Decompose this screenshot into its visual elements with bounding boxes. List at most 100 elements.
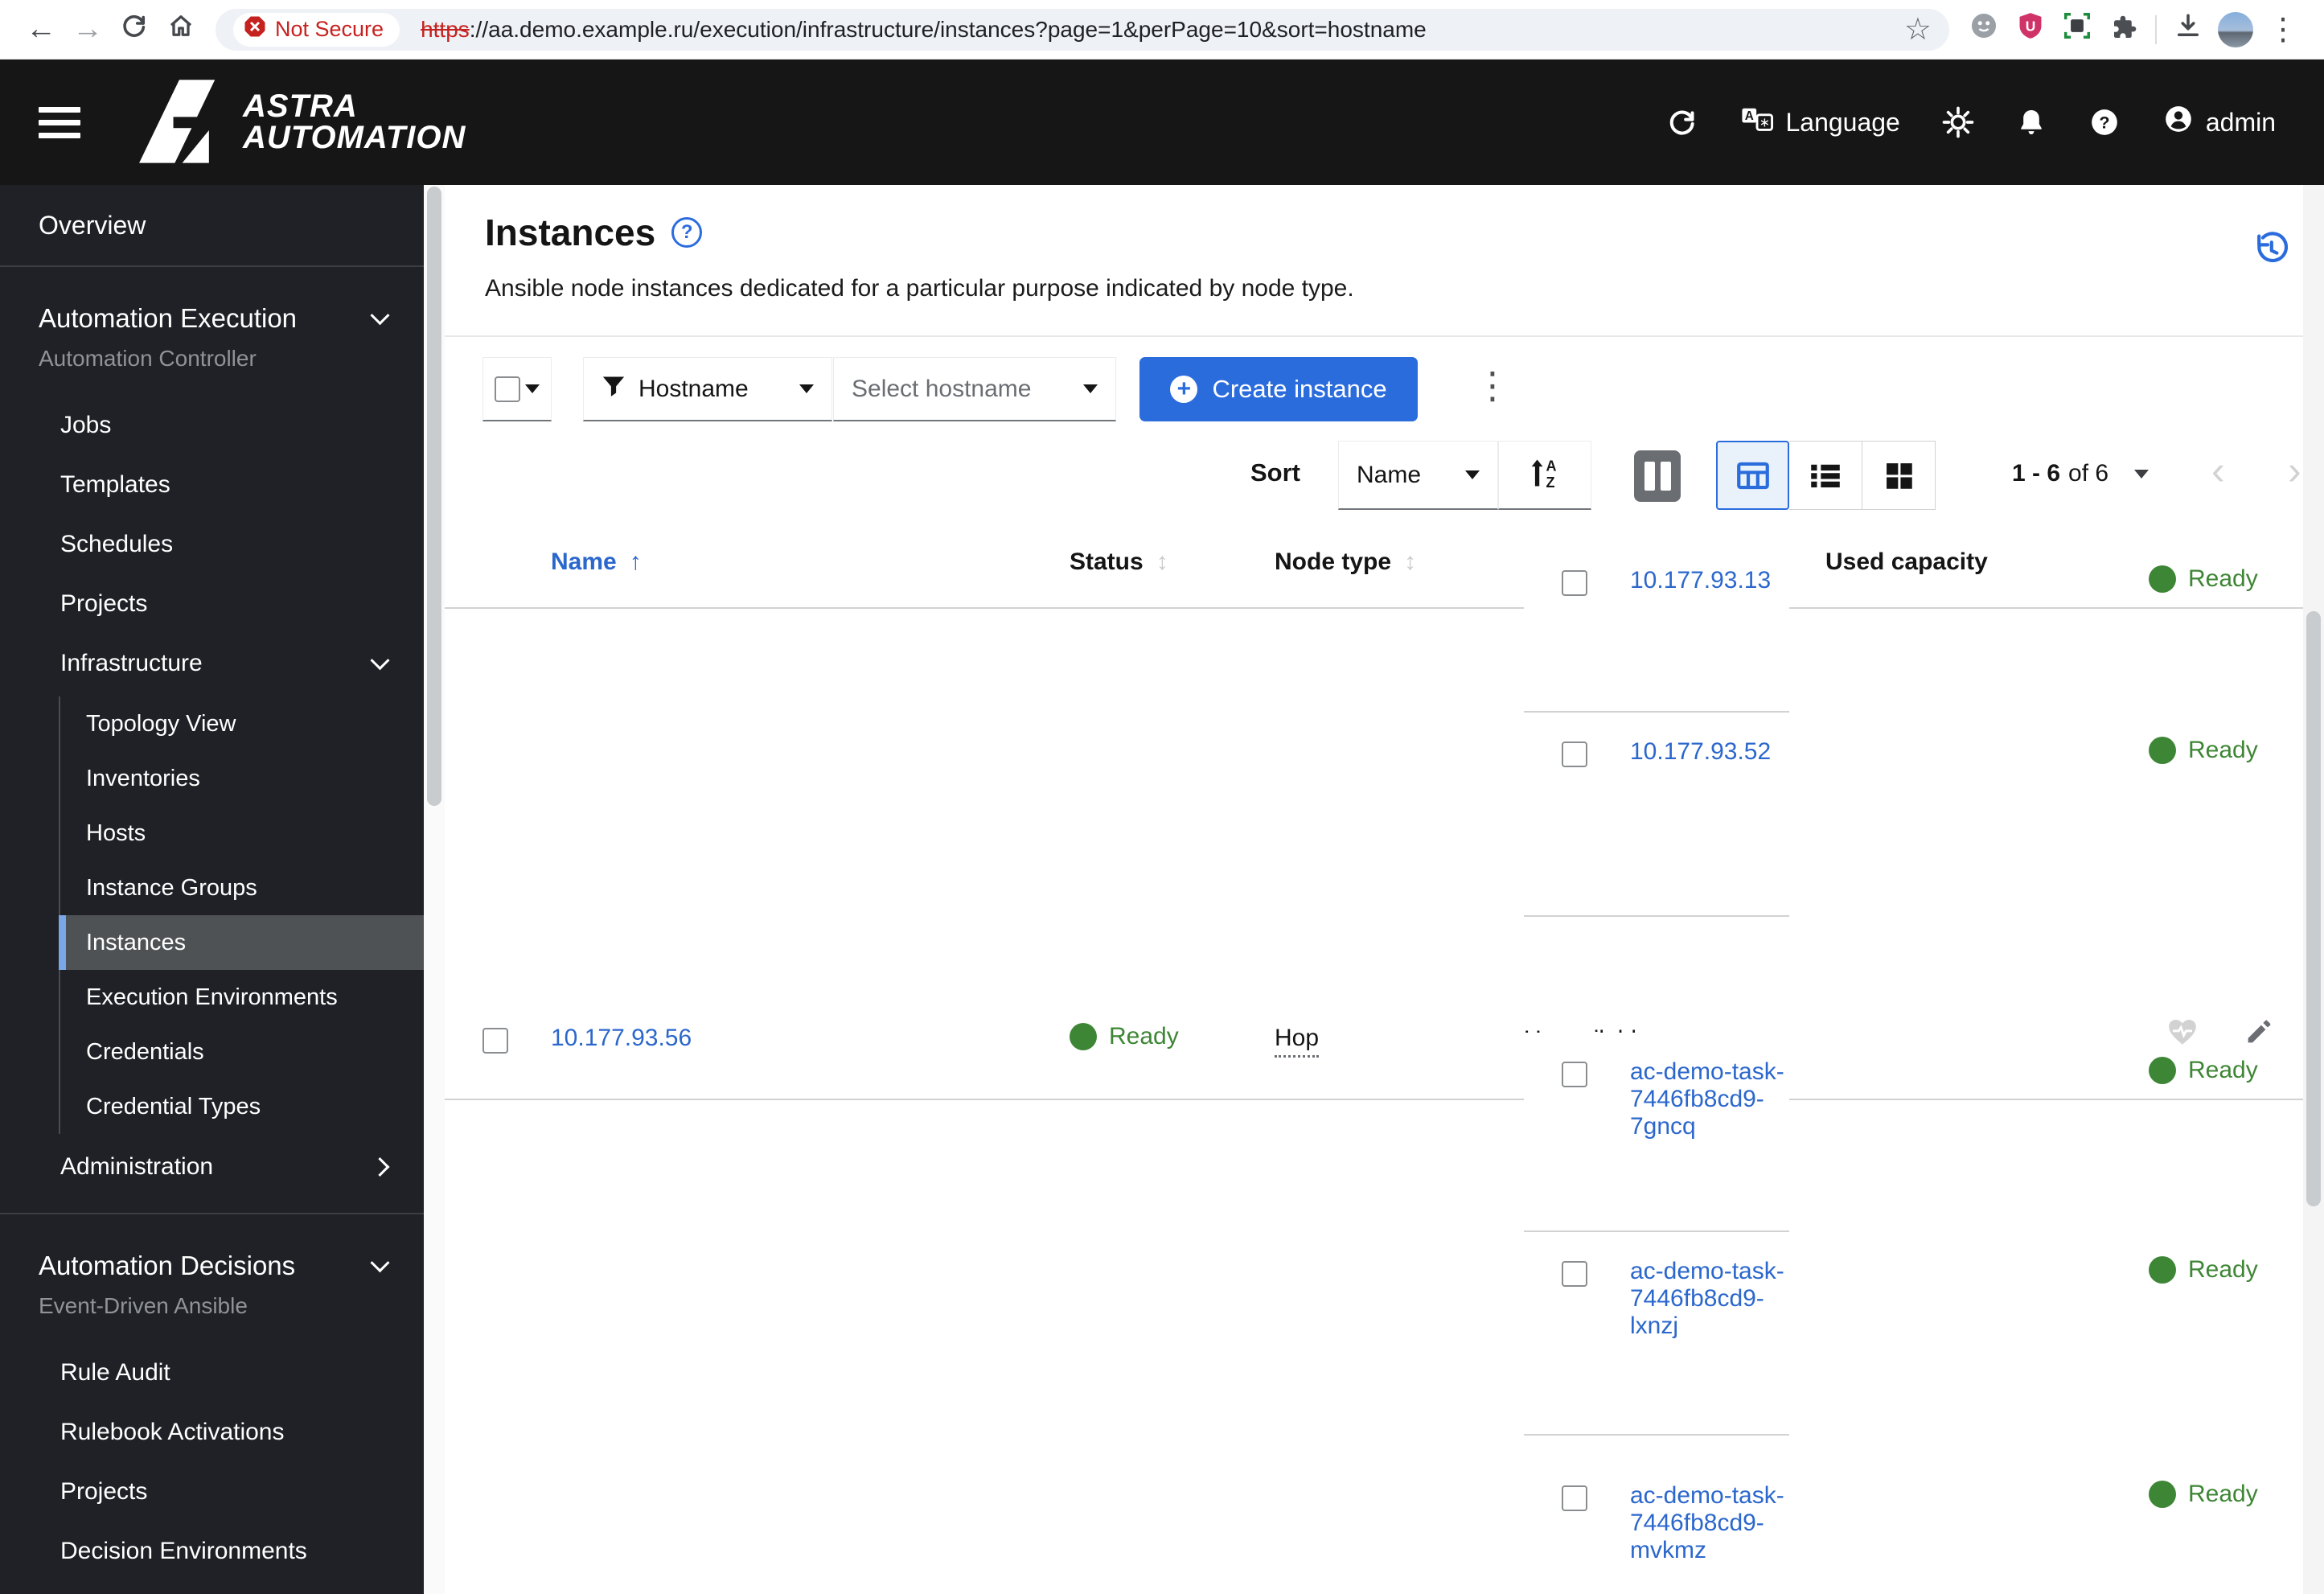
sidebar-item-administration[interactable]: Administration <box>0 1137 424 1197</box>
row-checkbox[interactable] <box>1562 570 1587 596</box>
forward-icon[interactable]: → <box>64 12 111 47</box>
chevron-down-icon <box>1083 384 1098 393</box>
column-header-used-capacity: Used capacity <box>1825 548 1988 575</box>
sidebar-item-schedules[interactable]: Schedules <box>0 515 424 574</box>
sidebar-item-projects[interactable]: Projects <box>0 574 424 634</box>
status-ready-icon: ✓ <box>2149 565 2176 593</box>
pagination-prev-icon[interactable]: ‹ <box>2211 447 2225 494</box>
sidebar-item-instances[interactable]: Instances <box>59 915 424 970</box>
sidebar-item-decision-environments[interactable]: Decision Environments <box>0 1522 424 1581</box>
instance-name-link[interactable]: 10.177.93.52 <box>1630 738 1771 766</box>
sidebar-item-inventories[interactable]: Inventories <box>60 751 424 806</box>
sort-field-dropdown[interactable]: Name <box>1338 441 1498 510</box>
sidebar-item-automation-decisions[interactable]: Automation Decisions <box>0 1243 424 1288</box>
instance-name-link[interactable]: ac-demo-task-7446fb8cd9-mvkmz <box>1630 1482 1789 1564</box>
status-ready-icon: ✓ <box>2149 1057 2176 1084</box>
row-checkbox[interactable] <box>1562 1261 1587 1287</box>
notifications-bell-icon[interactable] <box>2016 107 2047 138</box>
downloads-icon[interactable] <box>2165 11 2211 48</box>
sort-direction-button[interactable]: AZ <box>1498 441 1591 510</box>
sidebar-scrollbar[interactable] <box>424 185 445 1594</box>
column-header-status[interactable]: Status ↕ <box>1070 548 1168 576</box>
row-checkbox[interactable] <box>1562 1485 1587 1511</box>
edit-pencil-icon[interactable] <box>2244 1017 2274 1050</box>
page-description: Ansible node instances dedicated for a p… <box>485 275 1354 302</box>
instance-name-link[interactable]: ac-demo-task-7446fb8cd9-lxnzj <box>1630 1258 1789 1340</box>
sidebar-item-credentials[interactable]: Credentials <box>60 1025 424 1079</box>
browser-menu-icon[interactable]: ⋮ <box>2260 11 2306 47</box>
sidebar-item-credential-types[interactable]: Credential Types <box>60 1079 424 1134</box>
extensions-puzzle-icon[interactable] <box>2100 11 2147 48</box>
refresh-icon[interactable] <box>1666 106 1698 138</box>
browser-profile-avatar[interactable] <box>2218 11 2253 47</box>
pagination-next-icon[interactable]: › <box>2288 447 2301 494</box>
extension-generic-icon[interactable] <box>1961 10 2007 49</box>
back-icon[interactable]: ← <box>18 12 64 47</box>
reload-icon[interactable] <box>111 11 158 48</box>
settings-gear-icon[interactable] <box>1942 106 1974 138</box>
status-cell: ✓ Ready <box>2149 1256 2258 1284</box>
sidebar-item-rule-audit[interactable]: Rule Audit <box>0 1343 424 1403</box>
sidebar-item-rulebook-activations[interactable]: Rulebook Activations <box>0 1403 424 1462</box>
chevron-down-icon <box>525 384 540 393</box>
user-menu[interactable]: admin <box>2162 103 2276 142</box>
toolbar-kebab-icon[interactable]: ⋮ <box>1474 364 1511 407</box>
not-secure-badge[interactable]: Not Secure <box>233 12 400 47</box>
filter-category-dropdown[interactable]: Hostname <box>583 357 832 421</box>
hostname-select[interactable]: Select hostname <box>833 357 1116 421</box>
sidebar-nav: Overview Automation Execution Automation C… <box>0 185 424 1594</box>
create-instance-button[interactable]: + Create instance <box>1139 357 1418 421</box>
home-icon[interactable] <box>158 11 204 48</box>
chevron-down-icon <box>1465 470 1480 479</box>
page-help-icon[interactable]: ? <box>671 217 703 248</box>
bulk-select-dropdown[interactable] <box>482 357 552 421</box>
app-header: ASTRA AUTOMATION A ∗ Language ? admin <box>0 60 2324 185</box>
sidebar-item-execution-environments[interactable]: Execution Environments <box>60 970 424 1025</box>
sort-label: Sort <box>1250 458 1300 487</box>
table-view-button[interactable] <box>1716 441 1789 510</box>
sidebar-item-templates[interactable]: Templates <box>0 455 424 515</box>
row-checkbox[interactable] <box>482 1028 508 1054</box>
card-view-button[interactable] <box>1862 441 1936 510</box>
manage-columns-icon[interactable] <box>1634 450 1681 502</box>
status-cell: ✓ Ready <box>1070 1023 1179 1050</box>
sort-ascending-icon: ↑ <box>629 548 642 575</box>
status-cell: ✓ Ready <box>2149 1057 2258 1084</box>
sidebar-item-infrastructure[interactable]: Infrastructure <box>0 634 424 693</box>
screenshot-tool-icon[interactable] <box>2054 10 2100 49</box>
row-checkbox[interactable] <box>1562 1062 1587 1087</box>
node-type-label: Hop <box>1275 1025 1320 1058</box>
sidebar-item-automation-execution[interactable]: Automation Execution <box>0 296 424 341</box>
nav-toggle-icon[interactable] <box>39 100 80 146</box>
app-logo[interactable]: ASTRA AUTOMATION <box>130 72 466 173</box>
status-cell: ✓ Ready <box>2149 1481 2258 1508</box>
sidebar-item-overview[interactable]: Overview <box>0 185 424 265</box>
sidebar-submenu: Topology View Inventories Hosts Instance Gr… <box>59 696 424 1134</box>
sidebar-item-jobs[interactable]: Jobs <box>0 396 424 455</box>
pagination-summary[interactable]: 1 - 6 of 6 <box>2012 460 2149 487</box>
sortable-icon: ↕ <box>1404 548 1417 575</box>
column-header-node-type[interactable]: Node type ↕ <box>1275 548 1416 576</box>
browser-toolbar: ← → Not Secure https://aa.demo.example.r… <box>0 0 2324 60</box>
chevron-down-icon <box>799 384 814 393</box>
sidebar-item-instance-groups[interactable]: Instance Groups <box>60 861 424 915</box>
bulk-select-checkbox[interactable] <box>495 376 520 402</box>
history-icon[interactable] <box>2252 230 2290 273</box>
language-menu[interactable]: A ∗ Language <box>1740 104 1900 142</box>
instance-name-link[interactable]: 10.177.93.56 <box>551 1025 692 1052</box>
sidebar-subtitle-event-driven-ansible: Event-Driven Ansible <box>39 1293 248 1318</box>
sidebar-item-projects[interactable]: Projects <box>0 1462 424 1522</box>
sidebar-item-topology-view[interactable]: Topology View <box>60 696 424 751</box>
row-checkbox[interactable] <box>1562 742 1587 767</box>
ublock-icon[interactable]: U <box>2007 10 2054 49</box>
main-scrollbar[interactable] <box>2303 185 2324 1594</box>
column-header-name[interactable]: Name ↑ <box>551 548 642 576</box>
list-view-button[interactable] <box>1789 441 1862 510</box>
instance-name-link[interactable]: ac-demo-task-7446fb8cd9-7gncq <box>1630 1058 1789 1140</box>
help-menu-icon[interactable]: ? <box>2088 106 2121 138</box>
sidebar-item-hosts[interactable]: Hosts <box>60 806 424 861</box>
instance-name-link[interactable]: 10.177.93.13 <box>1630 567 1771 594</box>
chevron-down-icon <box>370 651 390 671</box>
address-bar[interactable]: Not Secure https://aa.demo.example.ru/ex… <box>216 8 1949 51</box>
bookmark-star-icon[interactable]: ☆ <box>1904 11 1932 47</box>
